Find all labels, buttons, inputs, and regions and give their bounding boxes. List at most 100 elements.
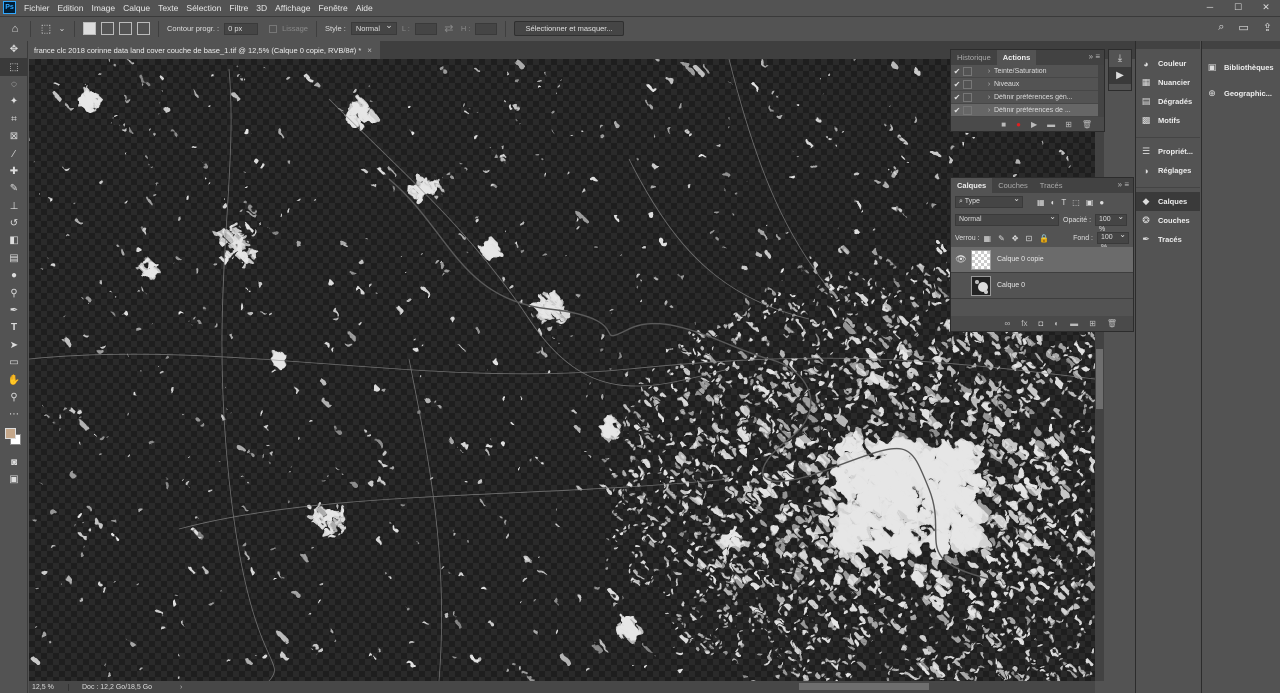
minimize-icon[interactable]: ─ [1196, 0, 1224, 15]
record-icon[interactable]: ● [1016, 120, 1021, 129]
action-row[interactable]: ✔ › Teinte/Saturation [951, 65, 1104, 78]
chevron-down-icon[interactable]: ⌄ [58, 22, 66, 36]
document-canvas[interactable] [29, 59, 1095, 681]
lock-position-icon[interactable]: ✥ [1012, 234, 1019, 243]
group-folder-icon[interactable]: ▬ [1070, 319, 1078, 328]
path-selection-tool-icon[interactable]: ➤ [0, 337, 28, 354]
menu-image[interactable]: Image [88, 3, 120, 13]
lock-pixels-icon[interactable]: ✎ [998, 234, 1005, 243]
eyedropper-tool-icon[interactable]: ⁄ [0, 145, 28, 162]
dock-item-color[interactable]: ◕ Couleur [1136, 54, 1200, 73]
lock-transparency-icon[interactable]: ▦ [984, 234, 992, 243]
home-icon[interactable]: ⌂ [8, 22, 22, 36]
tab-layers[interactable]: Calques [951, 178, 993, 193]
layer-thumbnail[interactable] [971, 249, 991, 270]
trash-icon[interactable]: 🗑 [1082, 120, 1092, 129]
checkmark-icon[interactable]: ✔ [951, 106, 963, 115]
panel-menu-icon[interactable]: » ≡ [1118, 180, 1129, 189]
tab-history[interactable]: Historique [951, 50, 997, 65]
tab-actions[interactable]: Actions [996, 50, 1037, 65]
filter-toggle-icon[interactable]: ● [1099, 198, 1104, 207]
fill-input[interactable]: 100 % [1097, 230, 1129, 251]
layer-name[interactable]: Calque 0 copie [997, 256, 1044, 263]
layer-thumbnail[interactable] [971, 275, 991, 296]
select-and-mask-button[interactable]: Sélectionner et masquer... [514, 21, 624, 36]
checkmark-icon[interactable]: ✔ [951, 67, 963, 76]
layer-row-selected[interactable]: 👁 Calque 0 copie [951, 247, 1133, 273]
action-row[interactable]: ✔ › Définir préférences gén... [951, 91, 1104, 104]
document-tab[interactable]: france clc 2018 corinne data land cover … [29, 41, 380, 59]
adjustment-filter-icon[interactable]: ◐ [1051, 198, 1056, 207]
eraser-tool-icon[interactable]: ◧ [0, 232, 28, 249]
menu-view[interactable]: Affichage [271, 3, 314, 13]
workspace-icon[interactable]: ▭ [1238, 21, 1248, 34]
add-selection-icon[interactable] [101, 22, 114, 35]
menu-edit[interactable]: Edition [54, 3, 88, 13]
foreground-color-swatch[interactable] [5, 427, 16, 439]
type-filter-icon[interactable]: T [1061, 198, 1066, 207]
dialog-toggle-box[interactable] [963, 79, 972, 89]
dialog-toggle-box[interactable] [963, 66, 972, 76]
photoshop-logo-icon[interactable]: Ps [3, 1, 16, 14]
actions-panel-icon[interactable]: ▶ [1109, 67, 1131, 84]
menu-type[interactable]: Texte [154, 3, 182, 13]
adjustment-layer-icon[interactable]: ◐ [1054, 319, 1059, 328]
dock-item-swatches[interactable]: ▦ Nuancier [1136, 73, 1200, 92]
tab-channels[interactable]: Couches [992, 178, 1034, 193]
trash-icon[interactable]: 🗑 [1107, 319, 1117, 328]
menu-3d[interactable]: 3D [252, 3, 271, 13]
stop-icon[interactable]: ■ [1001, 120, 1006, 129]
layer-filter-dropdown[interactable]: ⌕ Type [955, 194, 1023, 208]
menu-layer[interactable]: Calque [119, 3, 154, 13]
dock-item-channels[interactable]: ❂ Couches [1136, 211, 1200, 230]
chevron-right-icon[interactable]: › [984, 81, 994, 88]
hand-tool-icon[interactable]: ✋ [0, 371, 28, 388]
rectangle-tool-icon[interactable]: ▭ [0, 354, 28, 371]
zoom-tool-icon[interactable]: ⚲ [0, 389, 28, 406]
crop-tool-icon[interactable]: ⌗ [0, 111, 28, 128]
dock-item-properties[interactable]: ☰ Propriét... [1136, 142, 1200, 161]
swap-icon[interactable]: ⇄ [442, 22, 456, 36]
menu-file[interactable]: Fichier [20, 3, 54, 13]
type-tool-icon[interactable]: T [0, 319, 28, 336]
menu-filter[interactable]: Filtre [225, 3, 252, 13]
new-layer-icon[interactable]: ⊞ [1089, 319, 1096, 328]
menu-select[interactable]: Sélection [182, 3, 225, 13]
chevron-right-icon[interactable]: › [984, 68, 994, 75]
eye-icon[interactable]: 👁 [951, 254, 971, 265]
blend-mode-dropdown[interactable]: Normal [955, 212, 1059, 226]
subtract-selection-icon[interactable] [119, 22, 132, 35]
gradient-tool-icon[interactable]: ▤ [0, 250, 28, 267]
feather-input[interactable]: 0 px [224, 22, 259, 35]
zoom-level[interactable]: 12,5 % [29, 683, 69, 691]
checkmark-icon[interactable]: ✔ [951, 80, 963, 89]
lasso-tool-icon[interactable]: ◌ [0, 76, 28, 93]
horizontal-scroll-thumb[interactable] [799, 683, 929, 690]
play-icon[interactable]: ▶ [1031, 120, 1037, 129]
layer-effects-icon[interactable]: fx [1021, 319, 1027, 328]
antialias-checkbox[interactable] [269, 24, 278, 33]
quick-mask-icon[interactable]: ◙ [0, 454, 28, 471]
menu-window[interactable]: Fenêtre [314, 3, 351, 13]
history-panel-icon[interactable]: ⤓ [1109, 50, 1131, 67]
maximize-icon[interactable]: ☐ [1224, 0, 1252, 15]
new-action-icon[interactable]: ⊞ [1065, 120, 1072, 129]
style-dropdown[interactable]: Normal [350, 20, 397, 35]
blur-tool-icon[interactable]: ● [0, 267, 28, 284]
width-input[interactable] [414, 22, 437, 35]
pixel-filter-icon[interactable]: ▦ [1037, 198, 1045, 207]
panel-menu-icon[interactable]: » ≡ [1089, 52, 1100, 61]
magic-wand-tool-icon[interactable]: ✦ [0, 93, 28, 110]
dodge-tool-icon[interactable]: ⚲ [0, 284, 28, 301]
shape-filter-icon[interactable]: ⬚ [1072, 198, 1080, 207]
share-icon[interactable]: ⇪ [1263, 21, 1272, 34]
dock-item-adjustments[interactable]: ◑ Réglages [1136, 161, 1200, 180]
dialog-toggle-box[interactable] [963, 92, 972, 102]
smart-object-filter-icon[interactable]: ▣ [1086, 198, 1094, 207]
frame-tool-icon[interactable]: ⊠ [0, 128, 28, 145]
screen-mode-icon[interactable]: ▣ [0, 471, 28, 488]
marquee-preset-icon[interactable]: ⬚ [39, 22, 53, 36]
vertical-scroll-thumb[interactable] [1096, 349, 1103, 409]
history-brush-tool-icon[interactable]: ↺ [0, 215, 28, 232]
dock-header[interactable] [1202, 41, 1280, 49]
